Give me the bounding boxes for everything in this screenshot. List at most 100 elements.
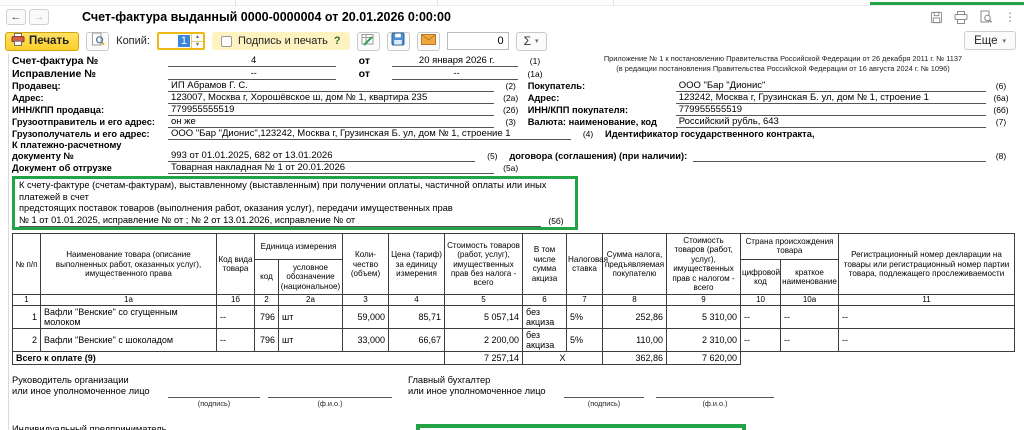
label-line: или иное уполномоченное лицо [12,386,150,397]
save-icon[interactable] [930,11,943,24]
copies-value[interactable]: 1 [159,34,191,48]
field-label: Идентификатор государственного контракта… [605,129,815,139]
field-label: Грузополучатель и его адрес: [12,129,150,139]
cell: -- [838,327,1016,352]
copies-spin-buttons[interactable]: ▲ ▼ [190,34,203,49]
cell: 33,000 [342,327,390,352]
cell: 5% [566,304,604,329]
cell: -- [740,304,782,329]
column-number: 1 [12,294,41,306]
signatures-section: Руководитель организации или иное уполно… [12,375,1016,430]
print-preview-button[interactable] [86,31,110,51]
signature-line [564,375,644,398]
advance-note-line: предстоящих поставок товаров (выполнения… [19,203,453,213]
cell: -- [740,327,782,352]
column-number: 6 [522,294,568,306]
consignee-row: Грузополучатель и его адрес: ООО "Бар "Д… [12,128,1016,140]
help-link[interactable]: ? [334,35,341,47]
cell: -- [780,304,840,329]
preview-icon[interactable] [979,10,993,24]
more-menu-icon[interactable]: ⋮ [1004,10,1016,24]
name-field: Абрамов Г. С. (ф.и.о.) [268,424,392,430]
tab-divider [613,0,614,6]
copies-stepper[interactable]: 1 ▲ ▼ [156,32,205,50]
cell: 85,71 [388,304,446,329]
field-value: 993 от 01.01.2025, 682 от 13.01.2026 [168,150,476,162]
table-total-row: Всего к оплате (9) 7 257,14 X 362,86 7 6… [11,350,1015,365]
advance-note-line: К счету-фактуре (счетам-фактурам), выста… [19,180,547,202]
column-number: 4 [388,294,446,306]
cell: 110,00 [602,327,668,352]
column-header: Код вида товара [216,232,255,296]
invoice-number-row: Счет-фактура № 4 от 20 января 2026 г. (1… [12,54,552,67]
column-header: Стоимость товаров (работ, услуг), имущес… [444,232,524,296]
form-mark: (7) [995,117,1007,127]
label-line: или иное уполномоченное лицо [408,386,546,397]
total-x: X [522,350,604,365]
toolbar: Печать Копий: 1 ▲ ▼ Подпись и печать ? 0 [5,31,547,51]
column-header: Наименование товара (описание выполненны… [40,232,217,296]
cell: без акциза [522,327,568,352]
field-label: Валюта: наименование, код [527,117,657,127]
column-header: В том числе сумма акциза [522,232,568,296]
chevron-down-icon: ▾ [535,38,539,45]
back-button[interactable]: ← [6,9,26,25]
signature-caption: (подпись) [587,398,621,408]
form-mark: (1) [529,56,541,66]
field-value: ИП Абрамов Г. С. [168,80,494,92]
entrepreneur-signature-label: Индивидуальный предприниматель или иное … [12,424,168,430]
field-label: Документ об отгрузке [12,163,112,173]
form-mark: (4) [582,129,594,139]
column-number: 10а [780,294,840,306]
regulation-line: Приложение № 1 к постановлению Правитель… [603,54,963,63]
cell: -- [780,327,840,352]
column-number: 10 [740,294,782,306]
print-button[interactable]: Печать [5,31,80,51]
table-row: 1 Вафли "Венские" со сгущенным молоком -… [12,304,1016,329]
field-value: Товарная накладная № 1 от 20.01.2026 [168,162,494,174]
correction-date-value: -- [392,68,518,80]
page-title: Счет-фактура выданный 0000-0000004 от 20… [82,10,451,24]
signature-caption: (подпись) [197,398,231,408]
field-value: ООО "Бар "Дионис" [675,80,986,92]
column-header: Регистрационный номер декларации на това… [838,232,1016,296]
invoice-number-label: Счет-фактура № [12,55,99,67]
field-label: Адрес: [12,93,44,103]
signature-field: (подпись) [564,375,644,408]
field-label: Продавец: [12,81,61,91]
correction-row: Исправление № -- от -- (1а) [12,67,552,80]
column-number: 11 [838,294,1016,306]
column-number: 8 [602,294,668,306]
edit-form-button[interactable] [356,31,380,51]
label-line: Главный бухгалтер [408,374,491,385]
table-row: 2 Вафли "Венские" с шоколадом -- 796 шт … [12,327,1016,352]
invoice-number-value: 4 [168,55,337,67]
print-icon[interactable] [954,10,968,24]
more-button[interactable]: Еще ▾ [964,31,1016,50]
ogrnip-box: ОГРНИП 325779975957788, дата регистрации… [416,423,746,430]
sum-button[interactable]: Σ ▾ [515,31,547,51]
printer-icon [11,33,25,49]
column-number: 2а [277,294,344,306]
field-value: Российский рубль, 643 [675,116,986,128]
entrepreneur-name: Абрамов Г. С. [268,424,392,430]
form-mark: (2а) [503,93,519,103]
envelope-icon [420,32,436,50]
form-mark: (6б) [993,105,1009,115]
signature-field: (подпись) [168,424,260,430]
sign-and-print-checkbox[interactable] [220,35,232,47]
field-label: Покупатель: [527,81,586,91]
column-header: № п/п [12,232,41,296]
field-value: 779955555519 [168,104,494,116]
save-file-button[interactable] [386,31,410,51]
spin-up-icon[interactable]: ▲ [191,34,203,42]
forward-button[interactable]: → [29,9,49,25]
form-mark: (3) [505,117,516,127]
counter-field[interactable]: 0 [446,32,509,50]
send-email-button[interactable] [416,31,440,51]
column-header: Коли-чество (объем) [342,232,390,296]
invoice-header-form: Приложение № 1 к постановлению Правитель… [12,54,1016,174]
spin-down-icon[interactable]: ▼ [192,42,203,49]
form-mark: (6а) [993,93,1009,103]
correction-label: Исправление № [12,68,96,80]
